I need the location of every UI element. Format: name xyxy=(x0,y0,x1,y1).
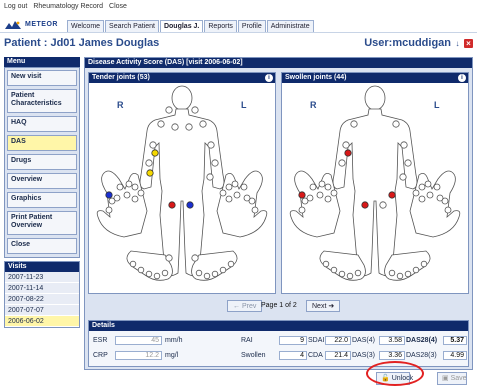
page-indicator: Page 1 of 2 xyxy=(261,302,297,309)
crp-input[interactable]: 12.2 xyxy=(115,351,162,360)
menu-item-print-patient-overview[interactable]: Print Patient Overview xyxy=(7,211,77,235)
rai-label: RAI xyxy=(241,337,253,344)
patient-bar: Patient : Jd01 James Douglas User:mcuddi… xyxy=(0,34,477,53)
das4-value: 3.58 xyxy=(379,336,405,345)
prev-label: Prev xyxy=(241,303,257,310)
swollen-joints-panel: Swollen joints (44) i R L xyxy=(281,72,469,294)
details-header: Details xyxy=(89,321,468,331)
tender-joints-title: Tender joints (53) xyxy=(92,74,150,81)
das3-label: DAS(3) xyxy=(352,352,375,359)
top-links: Log out Rheumatology Record Close xyxy=(4,3,127,15)
save-label: Save xyxy=(450,374,467,382)
visit-item-selected[interactable]: 2006-06-02 xyxy=(5,316,79,327)
save-button[interactable]: ▣ Save xyxy=(437,372,467,385)
sdai-value: 22.0 xyxy=(325,336,351,345)
tab-administrate[interactable]: Administrate xyxy=(266,20,314,32)
das-panel: Disease Activity Score (DAS) [visit 2006… xyxy=(84,57,473,370)
tab-profile[interactable]: Profile xyxy=(237,20,266,32)
tender-joints-header: Tender joints (53) i xyxy=(89,73,275,83)
prev-page-button[interactable]: ← Prev xyxy=(227,300,263,312)
close-link[interactable]: Close xyxy=(109,3,127,15)
next-label: Next xyxy=(312,303,327,310)
crp-label: CRP xyxy=(93,352,108,359)
visit-item[interactable]: 2007-08-22 xyxy=(5,294,79,305)
action-bar: 🔓 Unlock ▣ Save xyxy=(0,371,477,388)
pager: ← Prev Page 1 of 2 Next ➜ xyxy=(85,298,474,314)
cda-value: 21.4 xyxy=(325,351,351,360)
arrow-left-icon: ← xyxy=(233,303,240,310)
esr-unit: mm/h xyxy=(165,337,183,344)
menu-list: New visit Patient Characteristics HAQ DA… xyxy=(4,67,80,258)
lock-icon: 🔓 xyxy=(381,374,390,382)
swollen-label: Swollen xyxy=(241,352,266,359)
das28-3-value: 4.99 xyxy=(443,351,467,360)
das-panel-title: Disease Activity Score (DAS) [visit 2006… xyxy=(85,58,472,68)
unlock-button[interactable]: 🔓 Unlock xyxy=(376,372,414,385)
download-icon[interactable]: ↓ xyxy=(453,39,462,48)
menu-item-close[interactable]: Close xyxy=(7,238,77,254)
tabs: Welcome Search Patient Douglas J. Report… xyxy=(67,20,315,32)
tender-joints-panel: Tender joints (53) i R L xyxy=(88,72,276,294)
user-label: User:mcuddigan xyxy=(364,37,451,49)
das28-4-value: 5.37 xyxy=(443,336,467,345)
das4-label: DAS(4) xyxy=(352,337,375,344)
unlock-label: Unlock xyxy=(391,374,414,382)
sidebar: Menu New visit Patient Characteristics H… xyxy=(4,57,80,383)
visits-header: Visits xyxy=(5,262,79,272)
crp-unit: mg/l xyxy=(165,352,179,359)
menu-item-new-visit[interactable]: New visit xyxy=(7,70,77,86)
swollen-joints-header: Swollen joints (44) i xyxy=(282,73,468,83)
menu-item-haq[interactable]: HAQ xyxy=(7,116,77,132)
menu-header: Menu xyxy=(4,57,80,67)
menu-item-overview[interactable]: Overview xyxy=(7,173,77,189)
sdai-label: SDAI xyxy=(308,337,325,344)
info-icon[interactable]: i xyxy=(458,74,466,82)
save-icon: ▣ xyxy=(442,374,449,382)
logout-link[interactable]: Log out xyxy=(4,3,27,15)
rai-value: 9 xyxy=(279,336,307,345)
visits-panel: Visits 2007-11-23 2007-11-14 2007-08-22 … xyxy=(4,261,80,328)
tab-welcome[interactable]: Welcome xyxy=(67,20,105,32)
das3-value: 3.36 xyxy=(379,351,405,360)
menu-item-patient-characteristics[interactable]: Patient Characteristics xyxy=(7,89,77,113)
close-icon[interactable]: × xyxy=(464,39,473,48)
meteor-logo: METEOR xyxy=(4,18,58,31)
visit-item[interactable]: 2007-11-23 xyxy=(5,272,79,283)
das28-4-label: DAS28(4) xyxy=(406,337,438,344)
patient-title: Patient : Jd01 James Douglas xyxy=(4,37,160,49)
visit-item[interactable]: 2007-07-07 xyxy=(5,305,79,316)
menu-item-graphics[interactable]: Graphics xyxy=(7,192,77,208)
swollen-joints-title: Swollen joints (44) xyxy=(285,74,347,81)
tab-reports[interactable]: Reports xyxy=(204,20,237,32)
next-page-button[interactable]: Next ➜ xyxy=(306,300,341,312)
cda-label: CDA xyxy=(308,352,323,359)
tab-bar: METEOR Welcome Search Patient Douglas J.… xyxy=(0,16,477,33)
menu-item-das[interactable]: DAS xyxy=(7,135,77,151)
tab-patient[interactable]: Douglas J. xyxy=(159,20,204,32)
arrow-right-icon: ➜ xyxy=(328,303,335,310)
esr-label: ESR xyxy=(93,337,108,344)
visit-item[interactable]: 2007-11-14 xyxy=(5,283,79,294)
details-panel: Details ESR 45 mm/h CRP 12.2 mg/l RAI 9 … xyxy=(88,320,469,367)
swollen-value: 4 xyxy=(279,351,307,360)
rheumatology-record-link[interactable]: Rheumatology Record xyxy=(33,3,103,15)
user-icons: ↓ × xyxy=(453,39,473,48)
logo-text: METEOR xyxy=(25,21,58,28)
meteor-logo-icon xyxy=(5,20,21,29)
das28-3-label: DAS28(3) xyxy=(406,352,437,359)
swollen-body-diagram[interactable] xyxy=(282,83,468,293)
tender-body-diagram[interactable] xyxy=(89,83,275,293)
info-icon[interactable]: i xyxy=(265,74,273,82)
esr-input[interactable]: 45 xyxy=(115,336,162,345)
menu-item-drugs[interactable]: Drugs xyxy=(7,154,77,170)
tab-search-patient[interactable]: Search Patient xyxy=(105,20,159,32)
